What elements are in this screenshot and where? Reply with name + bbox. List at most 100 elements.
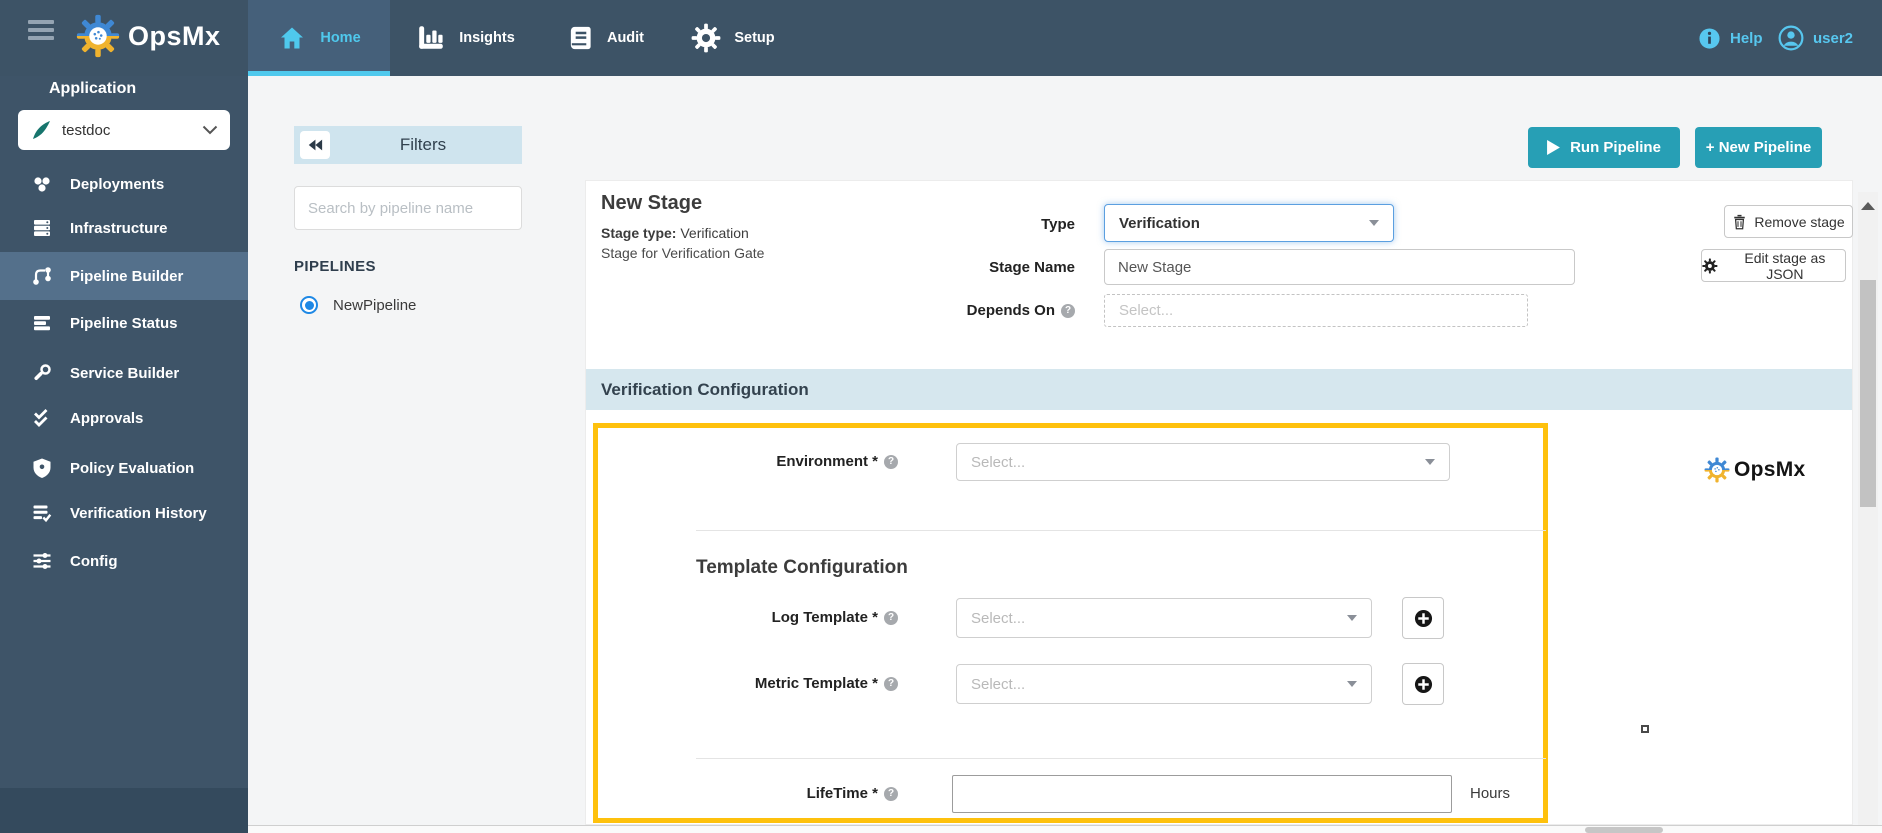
application-selector-value: testdoc <box>62 121 111 139</box>
spinnaker-sail-icon <box>33 121 50 139</box>
pipeline-list-item[interactable]: NewPipeline <box>300 296 416 314</box>
tab-insights[interactable]: Insights <box>398 0 533 76</box>
policy-shield-icon <box>33 458 51 478</box>
help-button[interactable]: Help <box>1698 0 1763 76</box>
brand-name: OpsMx <box>128 20 221 51</box>
log-template-field-label: Log Template * <box>638 609 898 626</box>
sidebar-item-service-builder[interactable]: Service Builder <box>0 351 248 395</box>
resize-handle-marker <box>1641 725 1649 733</box>
help-question-icon <box>884 454 898 469</box>
username-label: user2 <box>1813 29 1854 47</box>
infrastructure-icon <box>34 220 50 236</box>
opsmx-gear-icon <box>76 14 120 58</box>
sidebar-item-deployments[interactable]: Deployments <box>0 162 248 206</box>
pipeline-builder-icon <box>33 267 51 285</box>
chevron-down-icon <box>202 125 218 135</box>
hamburger-menu-icon[interactable] <box>28 20 54 40</box>
metric-template-field-label: Metric Template * <box>638 675 898 692</box>
sidebar-item-label: Infrastructure <box>70 219 168 237</box>
sidebar-footer <box>0 788 248 833</box>
sidebar-item-label: Policy Evaluation <box>70 459 195 477</box>
verification-configuration-title: Verification Configuration <box>601 379 809 399</box>
environment-field-label: Environment * <box>638 453 898 470</box>
tab-audit[interactable]: Audit <box>548 0 663 76</box>
trash-icon <box>1734 214 1746 229</box>
sidebar-item-label: Service Builder <box>70 364 180 382</box>
pipeline-search-input[interactable] <box>294 186 522 230</box>
sidebar-item-verification-history[interactable]: Verification History <box>0 491 248 535</box>
vertical-scrollbar-thumb[interactable] <box>1860 280 1876 507</box>
new-pipeline-button[interactable]: + New Pipeline <box>1695 127 1822 168</box>
opsmx-gear-icon <box>1704 457 1730 483</box>
verification-history-icon <box>33 505 52 523</box>
horizontal-scrollbar-thumb[interactable] <box>1585 827 1663 833</box>
pipeline-name: NewPipeline <box>333 296 417 314</box>
tab-insights-label: Insights <box>459 30 515 46</box>
help-question-icon <box>884 610 898 625</box>
rewind-collapse-icon <box>308 139 323 151</box>
section-divider <box>696 758 1546 759</box>
edit-stage-as-json-button[interactable]: Edit stage as JSON <box>1701 249 1846 282</box>
sidebar-item-approvals[interactable]: Approvals <box>0 396 248 440</box>
lifetime-label-text: LifeTime * <box>806 785 878 802</box>
log-template-placeholder: Select... <box>971 609 1026 627</box>
stage-editor-card: New Stage Stage type: Verification Stage… <box>585 180 1853 825</box>
audit-book-icon <box>570 26 591 50</box>
depends-on-field-label: Depends On <box>855 302 1075 319</box>
sidebar-item-label: Config <box>70 552 118 570</box>
sidebar-item-pipeline-builder[interactable]: Pipeline Builder <box>0 252 248 300</box>
pipeline-radio-selected[interactable] <box>300 296 318 314</box>
stage-description: Stage for Verification Gate <box>601 245 765 261</box>
run-pipeline-label: Run Pipeline <box>1570 139 1661 156</box>
stage-name-field-label: Stage Name <box>989 259 1075 276</box>
plus-circle-icon <box>1414 609 1432 627</box>
sidebar-item-label: Pipeline Status <box>70 314 178 332</box>
metric-template-select[interactable]: Select... <box>956 664 1372 704</box>
sidebar-item-label: Deployments <box>70 175 165 193</box>
lifetime-input[interactable] <box>952 775 1452 813</box>
add-metric-template-button[interactable] <box>1402 663 1444 705</box>
user-menu[interactable]: user2 <box>1778 0 1853 76</box>
scroll-up-arrow-icon[interactable] <box>1861 202 1875 210</box>
approvals-double-check-icon <box>34 409 48 427</box>
collapse-filters-button[interactable] <box>300 131 330 159</box>
tab-setup-label: Setup <box>734 30 775 46</box>
pipelines-section-title: PIPELINES <box>294 258 376 275</box>
vertical-scrollbar[interactable] <box>1858 192 1878 825</box>
user-avatar-icon <box>1778 25 1804 51</box>
chevron-down-icon <box>1369 220 1379 226</box>
chevron-down-icon <box>1347 615 1357 621</box>
sidebar-item-policy-evaluation[interactable]: Policy Evaluation <box>0 446 248 490</box>
depends-on-placeholder: Select... <box>1119 302 1174 319</box>
application-selector[interactable]: testdoc <box>18 110 230 150</box>
chevron-down-icon <box>1425 459 1435 465</box>
tab-audit-label: Audit <box>606 30 645 46</box>
run-pipeline-button[interactable]: Run Pipeline <box>1528 127 1680 168</box>
metric-template-placeholder: Select... <box>971 675 1026 693</box>
stage-type-select[interactable]: Verification <box>1104 204 1394 242</box>
section-divider <box>696 530 1546 531</box>
deployments-icon <box>34 177 50 192</box>
environment-select[interactable]: Select... <box>956 443 1450 481</box>
active-tab-underline <box>248 71 390 76</box>
log-template-select[interactable]: Select... <box>956 598 1372 638</box>
filters-title: Filters <box>399 135 447 154</box>
remove-stage-label: Remove stage <box>1754 213 1845 230</box>
sidebar-item-infrastructure[interactable]: Infrastructure <box>0 206 248 250</box>
stage-type-label: Stage type: <box>601 225 677 241</box>
tab-home[interactable]: Home <box>248 0 390 76</box>
add-log-template-button[interactable] <box>1402 597 1444 639</box>
sidebar-item-pipeline-status[interactable]: Pipeline Status <box>0 301 248 345</box>
stage-name-input[interactable] <box>1104 249 1575 285</box>
main-content: Filters PIPELINES NewPipeline Run Pipeli… <box>248 76 1882 833</box>
environment-placeholder: Select... <box>971 453 1026 471</box>
application-section-label: Application <box>49 80 137 97</box>
sidebar-item-label: Pipeline Builder <box>70 267 184 285</box>
sidebar-item-config[interactable]: Config <box>0 539 248 583</box>
home-icon <box>281 27 304 49</box>
info-icon <box>1699 27 1720 49</box>
remove-stage-button[interactable]: Remove stage <box>1724 205 1853 238</box>
tab-setup[interactable]: Setup <box>678 0 788 76</box>
depends-on-select[interactable]: Select... <box>1104 294 1528 327</box>
help-question-icon <box>884 786 898 801</box>
